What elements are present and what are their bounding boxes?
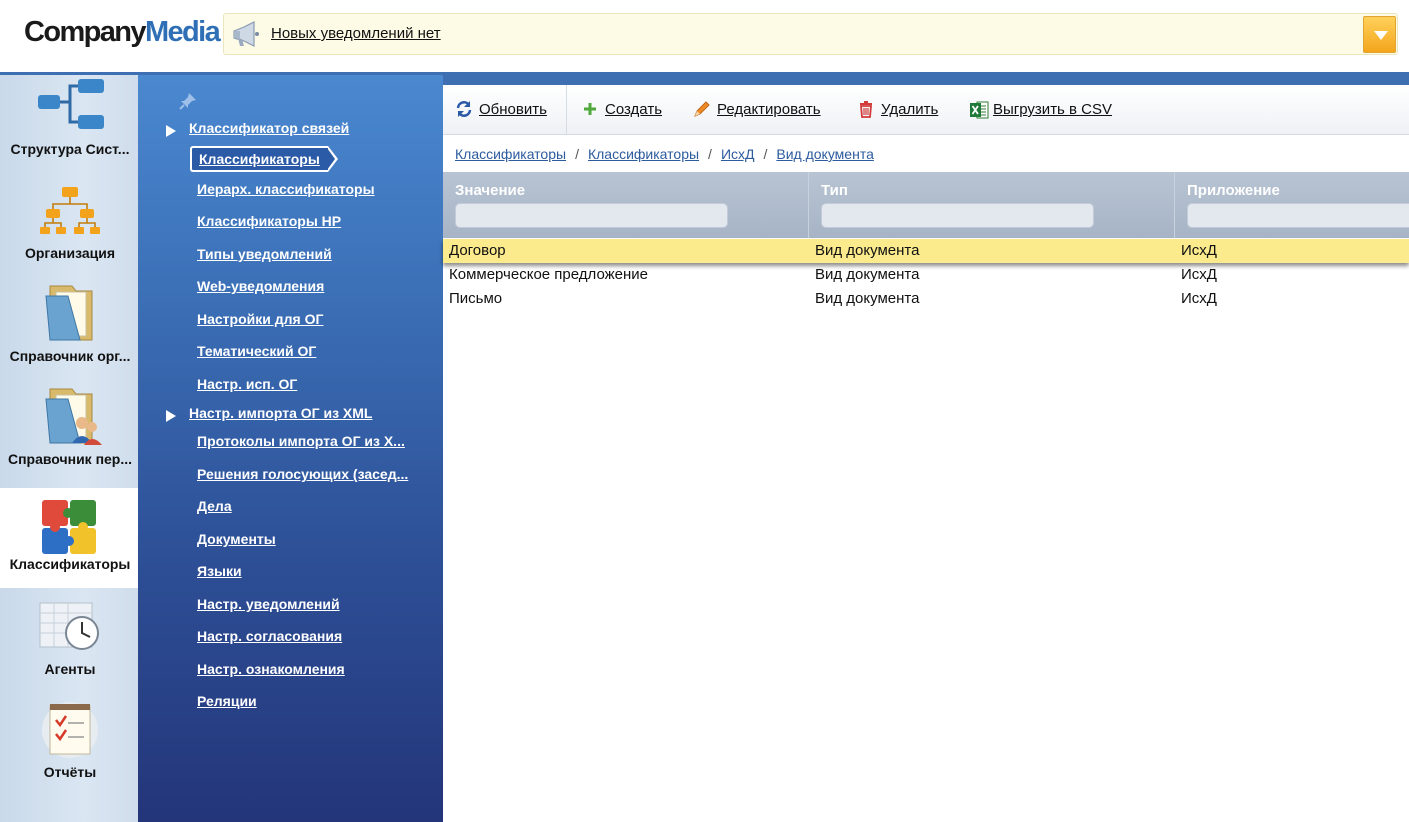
menu-group-label: Классификатор связей [189,120,350,136]
cell-value: Договор [449,242,506,259]
column-title: Значение [455,182,526,199]
module-reports[interactable]: Отчёты [0,698,140,798]
filter-input-value[interactable] [455,203,728,228]
column-header-value[interactable]: Значение [443,172,809,238]
menu-item-classifiers[interactable]: Классификаторы [190,146,338,172]
menu-item-documents[interactable]: Документы [197,531,276,547]
folder-icon [45,285,93,341]
menu-item-hier-classifiers[interactable]: Иерарх. классификаторы [197,181,375,197]
module-organization[interactable]: Организация [0,179,140,279]
expand-arrow-icon [166,410,176,422]
cell-type: Вид документа [815,266,920,283]
table-row[interactable]: Коммерческое предложение Вид документа И… [443,263,1409,287]
column-title: Тип [821,182,848,199]
filter-input-application[interactable] [1187,203,1409,228]
column-header-type[interactable]: Тип [809,172,1175,238]
module-system-structure[interactable]: Структура Сист... [0,75,140,175]
module-label: Справочник орг... [9,348,131,364]
notification-text[interactable]: Новых уведомлений нет [271,25,441,42]
excel-icon [970,101,989,119]
module-label: Агенты [44,661,96,677]
logo-part1: Company [24,16,147,48]
pencil-icon [694,101,710,117]
toolbar: Обновить Создать Редактировать Удалить В… [443,85,1409,135]
menu-item-cases[interactable]: Дела [197,498,232,514]
checklist-icon [42,702,98,758]
table-row[interactable]: Договор Вид документа ИсхД [443,239,1409,263]
menu-group-label: Настр. импорта ОГ из XML [189,405,373,421]
create-label: Создать [605,101,663,118]
navigation-menu: Классификатор связей Классификаторы Иера… [138,72,443,822]
module-personnel-directory[interactable]: Справочник пер... [0,385,140,485]
module-label: Отчёты [43,764,97,780]
refresh-label: Обновить [479,101,547,118]
chevron-down-icon [1374,31,1388,40]
edit-label: Редактировать [717,101,821,118]
filter-input-type[interactable] [821,203,1094,228]
breadcrumb-separator: / [763,146,768,162]
module-agents[interactable]: Агенты [0,595,140,695]
breadcrumb-separator: / [708,146,712,162]
breadcrumb-item[interactable]: Классификаторы [455,146,566,162]
menu-item-languages[interactable]: Языки [197,563,242,579]
menu-item-og-settings[interactable]: Настройки для ОГ [197,311,323,327]
menu-item-familiarization-settings[interactable]: Настр. ознакомления [197,661,345,677]
plus-icon [584,103,596,115]
menu-item-import-protocols[interactable]: Протоколы импорта ОГ из Х... [197,433,405,449]
menu-item-thematic-og[interactable]: Тематический ОГ [197,343,316,359]
delete-label: Удалить [881,101,939,118]
table-row[interactable]: Письмо Вид документа ИсхД [443,287,1409,311]
header: CompanyMedia Новых уведомлений нет [0,0,1409,72]
module-label: Справочник пер... [7,451,133,467]
column-header-application[interactable]: Приложение [1175,172,1409,238]
notification-bar: Новых уведомлений нет [223,13,1398,55]
cell-type: Вид документа [815,290,920,307]
module-org-directory[interactable]: Справочник орг... [0,282,140,382]
notification-expand-button[interactable] [1363,16,1396,53]
column-title: Приложение [1187,182,1280,199]
pin-icon[interactable] [178,91,198,111]
cell-value: Коммерческое предложение [449,266,649,283]
main-content: Обновить Создать Редактировать Удалить В… [443,72,1409,822]
refresh-icon [456,101,472,117]
module-bar: Структура Сист... Организация Справочник… [0,72,150,822]
trash-icon [860,101,872,118]
puzzle-icon [42,500,96,554]
module-label: Структура Сист... [10,141,130,157]
module-label: Классификаторы [9,556,131,572]
module-classifiers[interactable]: Классификаторы [0,488,150,588]
company-logo[interactable]: CompanyMedia [24,14,221,50]
network-structure-icon [38,79,104,129]
breadcrumb: Классификаторы / Классификаторы / ИсхД / Вид д… [455,146,874,162]
breadcrumb-item[interactable]: Классификаторы [588,146,699,162]
cell-type: Вид документа [815,242,920,259]
folder-people-icon [45,388,102,445]
menu-item-og-exec-settings[interactable]: Настр. исп. ОГ [197,376,297,392]
megaphone-icon [233,21,259,47]
menu-item-web-notifications[interactable]: Web-уведомления [197,278,324,294]
breadcrumb-item[interactable]: Вид документа [776,146,873,162]
cell-application: ИсхД [1181,290,1217,307]
menu-item-relations[interactable]: Реляции [197,693,257,709]
schedule-clock-icon [39,602,99,650]
breadcrumb-separator: / [575,146,579,162]
cell-application: ИсхД [1181,266,1217,283]
module-label: Организация [24,245,116,261]
logo-part2: Media [144,16,221,48]
breadcrumb-item[interactable]: ИсхД [721,146,755,162]
menu-item-notification-settings[interactable]: Настр. уведомлений [197,596,340,612]
cell-value: Письмо [449,290,503,307]
org-chart-icon [40,187,100,234]
toolbar-separator [566,85,567,135]
menu-item-voting-decisions[interactable]: Решения голосующих (засед... [197,466,408,482]
cell-application: ИсхД [1181,242,1217,259]
grid-header: Значение Тип Приложение [443,172,1409,238]
export-label: Выгрузить в CSV [993,101,1113,118]
menu-item-classifiers-nr[interactable]: Классификаторы НР [197,213,341,229]
expand-arrow-icon [166,125,176,137]
menu-item-notification-types[interactable]: Типы уведомлений [197,246,332,262]
menu-item-approval-settings[interactable]: Настр. согласования [197,628,342,644]
